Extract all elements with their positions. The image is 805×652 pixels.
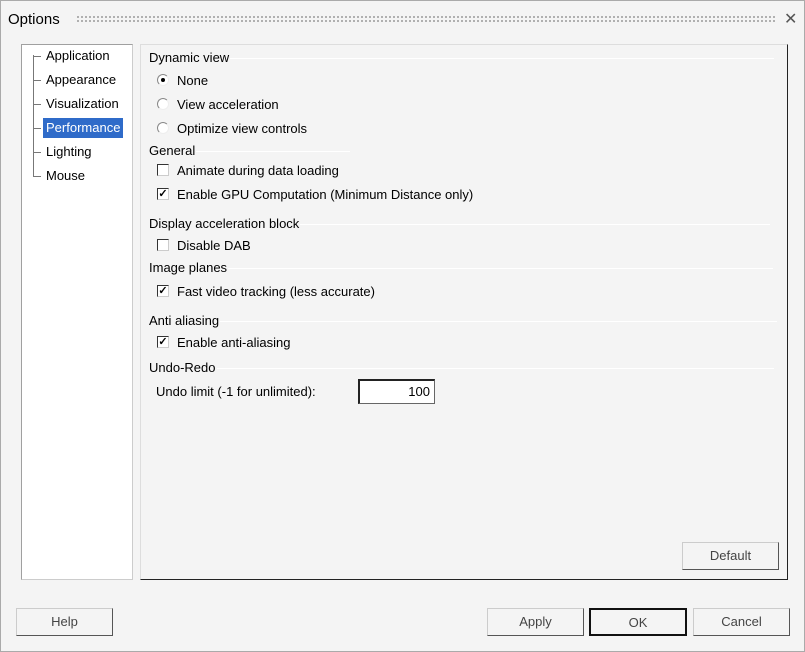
section-dynamic-view: Dynamic view	[149, 50, 775, 66]
divider	[228, 267, 774, 269]
divider	[216, 367, 774, 369]
help-button[interactable]: Help	[16, 608, 113, 636]
section-title: Display acceleration block	[149, 216, 300, 231]
radio-button[interactable]	[157, 74, 169, 86]
checkbox-label: Enable anti-aliasing	[177, 334, 291, 350]
checkbox[interactable]	[157, 239, 169, 251]
tree-item-application[interactable]: Application	[33, 46, 113, 66]
checkbox-enable-gpu[interactable]: ✓ Enable GPU Computation (Minimum Distanc…	[157, 185, 473, 203]
cancel-button[interactable]: Cancel	[693, 608, 790, 636]
tree-item-lighting[interactable]: Lighting	[33, 142, 95, 162]
section-anti-aliasing: Anti aliasing	[149, 313, 778, 329]
title-drag-handle[interactable]	[76, 15, 776, 23]
checkmark-icon[interactable]: ✓	[157, 336, 169, 348]
radio-label: View acceleration	[177, 96, 279, 112]
radio-label: None	[177, 72, 209, 88]
category-tree: Application Appearance Visualization Per…	[21, 44, 133, 580]
section-dab: Display acceleration block	[149, 216, 771, 232]
dialog-title: Options	[8, 11, 60, 28]
undo-limit-label: Undo limit (-1 for unlimited):	[156, 384, 316, 399]
performance-panel: Dynamic view None View acceleration Opti…	[140, 44, 788, 580]
checkbox-disable-dab[interactable]: Disable DAB	[157, 236, 251, 254]
radio-button[interactable]	[157, 98, 169, 110]
options-dialog: Options ✕ Application Appearance Visuali…	[0, 0, 805, 652]
section-title: Undo-Redo	[149, 360, 216, 375]
tree-item-performance[interactable]: Performance	[32, 118, 124, 138]
checkbox-label: Enable GPU Computation (Minimum Distance…	[177, 186, 474, 202]
checkbox-label: Fast video tracking (less accurate)	[177, 283, 375, 299]
section-title: Image planes	[149, 260, 228, 275]
divider	[230, 57, 775, 59]
ok-button[interactable]: OK	[589, 608, 687, 636]
section-undo-redo: Undo-Redo	[149, 360, 774, 376]
checkmark-icon[interactable]: ✓	[157, 285, 169, 297]
divider	[220, 320, 778, 322]
tree-item-appearance[interactable]: Appearance	[32, 70, 119, 90]
apply-button[interactable]: Apply	[487, 608, 584, 636]
tree-item-mouse[interactable]: Mouse	[32, 166, 88, 186]
section-title: Anti aliasing	[149, 313, 220, 328]
section-general: General	[149, 143, 351, 159]
checkbox[interactable]	[157, 164, 169, 176]
undo-limit-input[interactable]: 100	[358, 379, 435, 404]
radio-optimize-view-controls[interactable]: Optimize view controls	[157, 119, 307, 137]
checkbox-anti-aliasing[interactable]: ✓ Enable anti-aliasing	[157, 333, 290, 351]
checkbox-label: Animate during data loading	[177, 162, 339, 178]
radio-view-acceleration[interactable]: View acceleration	[157, 95, 279, 113]
radio-button[interactable]	[157, 122, 169, 134]
tree-line	[33, 55, 34, 176]
checkmark-icon[interactable]: ✓	[157, 188, 169, 200]
radio-label: Optimize view controls	[177, 120, 308, 136]
checkbox-fast-video-tracking[interactable]: ✓ Fast video tracking (less accurate)	[157, 282, 375, 300]
checkbox-animate-loading[interactable]: Animate during data loading	[157, 161, 339, 179]
checkbox-label: Disable DAB	[177, 237, 251, 253]
section-title: Dynamic view	[149, 50, 230, 65]
default-button[interactable]: Default	[682, 542, 779, 570]
tree-item-visualization[interactable]: Visualization	[33, 94, 122, 114]
divider	[300, 223, 771, 225]
section-image-planes: Image planes	[149, 260, 774, 276]
divider	[196, 150, 351, 152]
section-title: General	[149, 143, 196, 158]
close-icon[interactable]: ✕	[784, 9, 797, 29]
radio-none[interactable]: None	[157, 71, 208, 89]
